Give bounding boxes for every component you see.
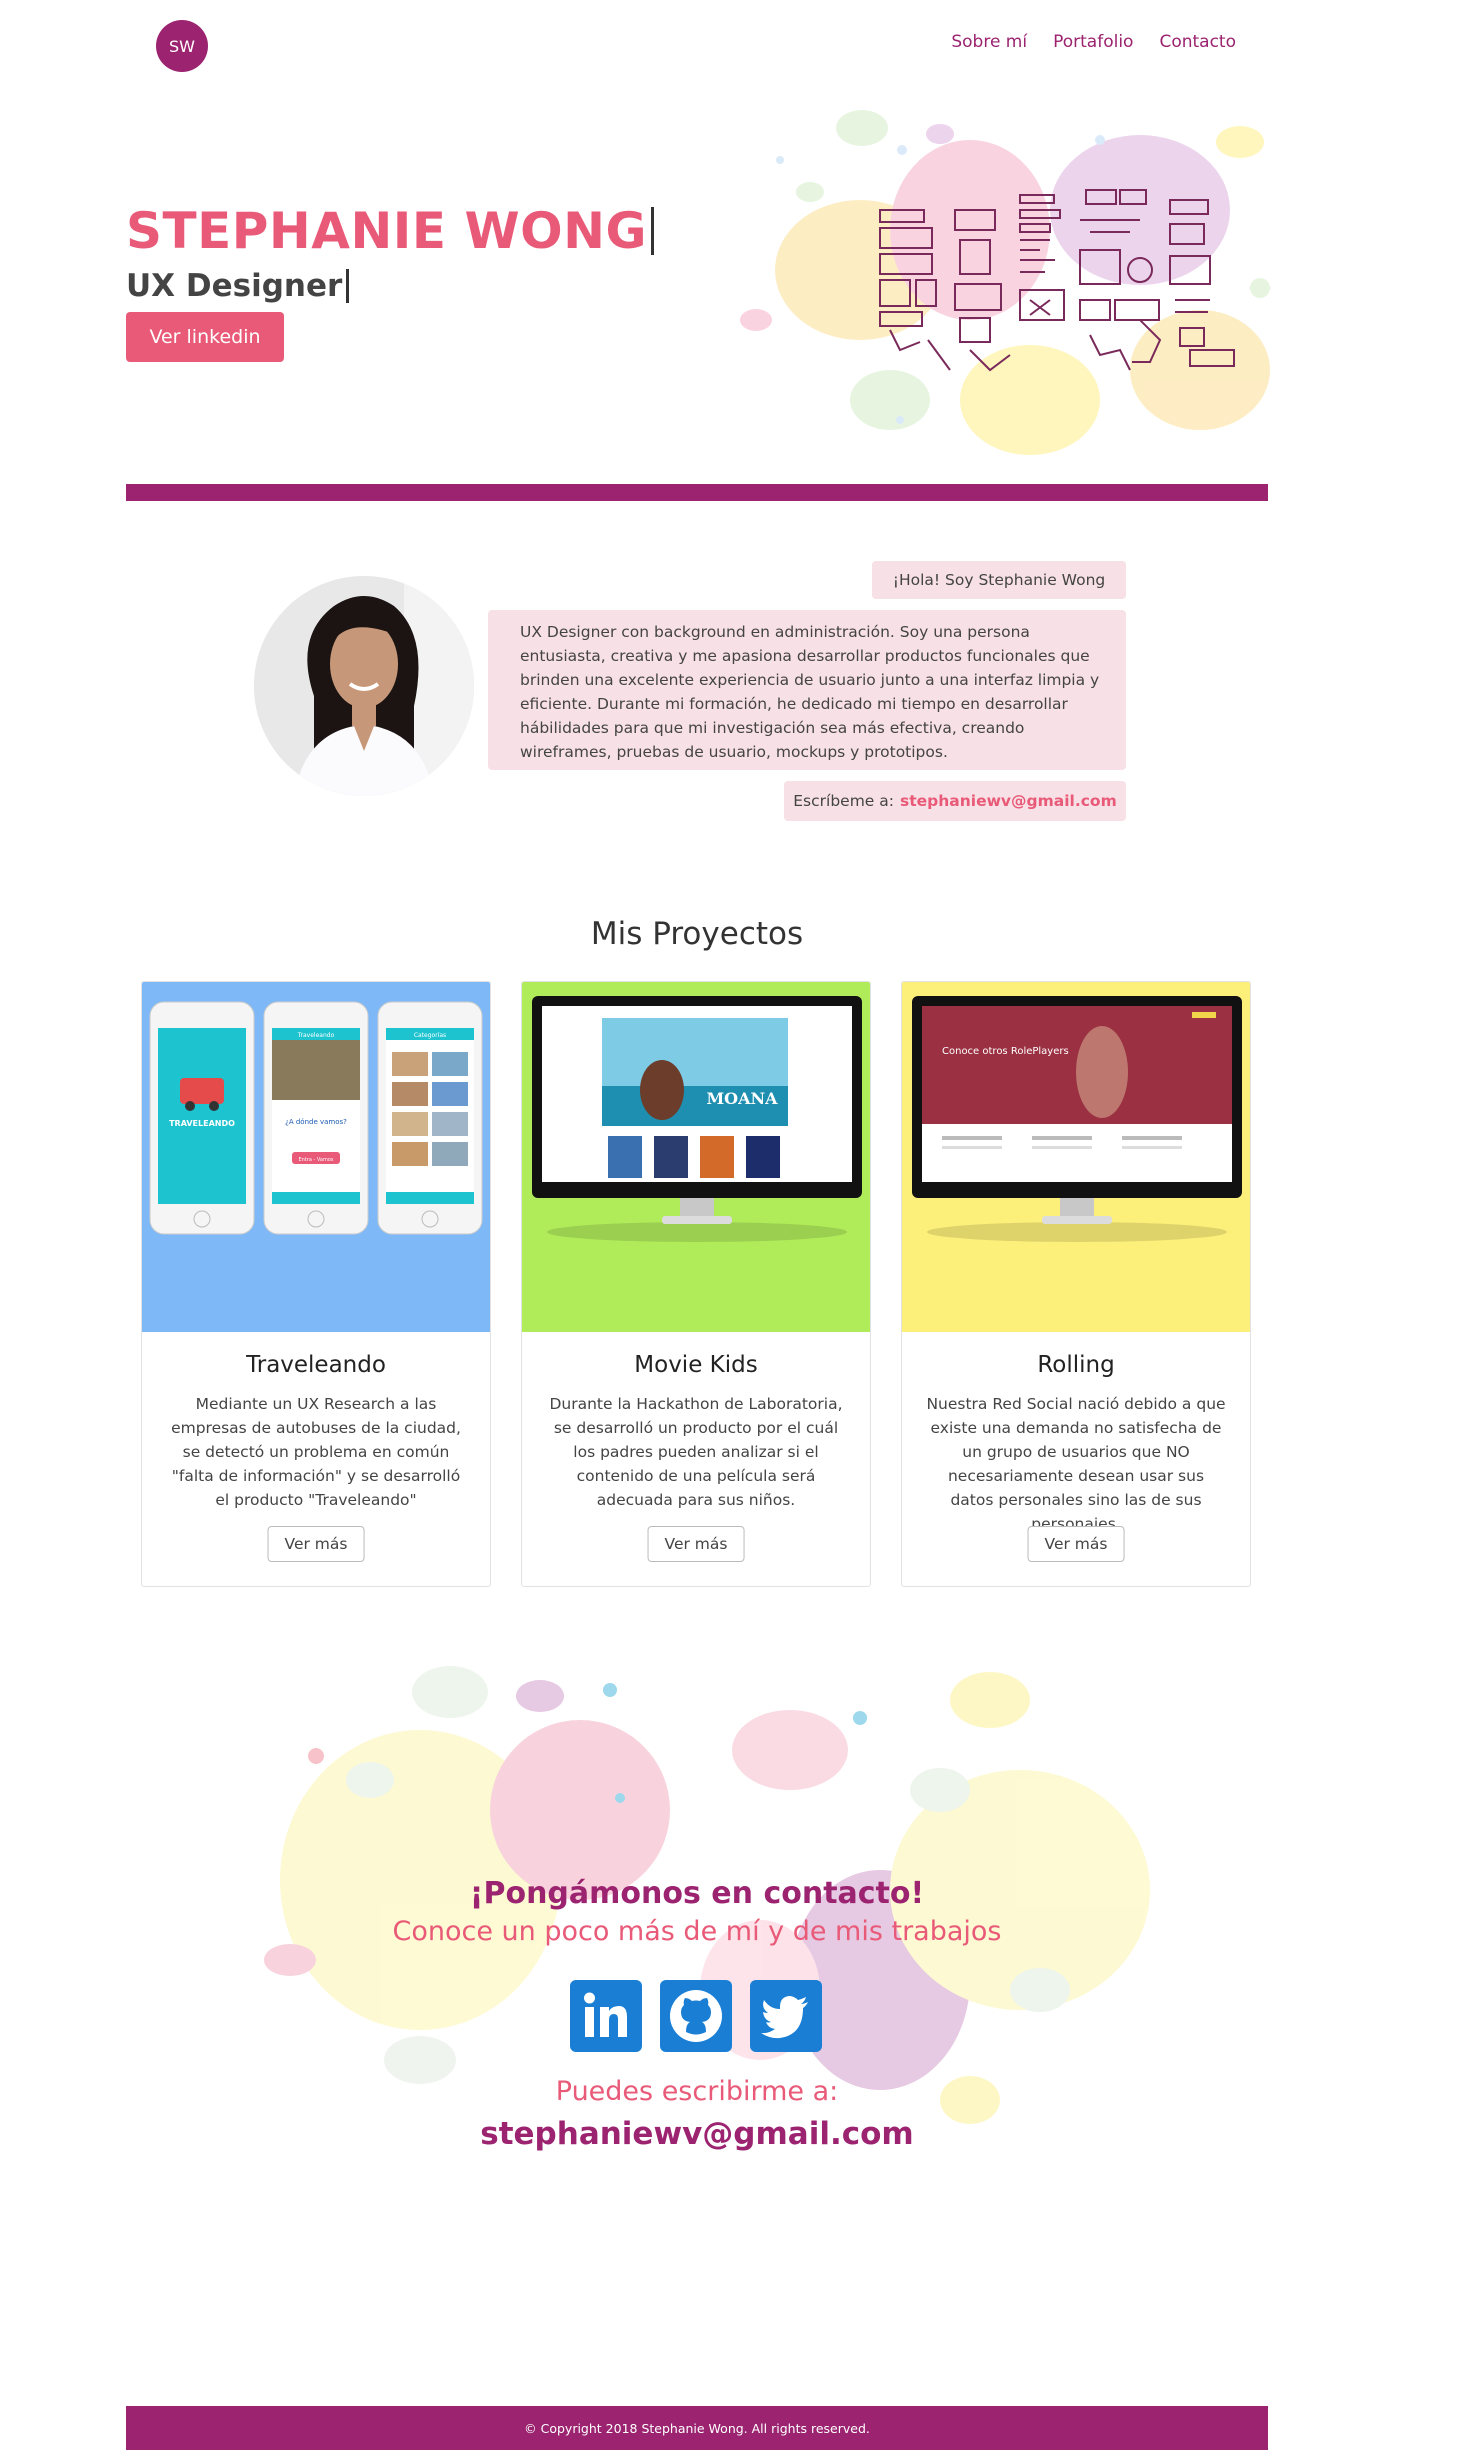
project-description: Durante la Hackathon de Laboratoria, se … (549, 1395, 843, 1509)
social-links (570, 1980, 822, 2052)
email-bubble: Escríbeme a: stephaniewv@gmail.com (784, 781, 1126, 821)
typing-cursor (346, 269, 350, 303)
screen2-question: ¿A dónde vamos? (285, 1118, 347, 1126)
twitter-glyph (761, 1996, 808, 2039)
nav-link-about[interactable]: Sobre mí (951, 32, 1027, 52)
screen-label: MOANA (706, 1089, 778, 1108)
contact-subtitle: Conoce un poco más de mí y de mis trabaj… (392, 1916, 1002, 1947)
avatar (254, 576, 474, 796)
see-more-button[interactable]: Ver más (647, 1526, 745, 1562)
phone-mockups: TRAVELEANDO Traveleando ¿A dónde vamos? … (149, 1001, 483, 1235)
project-image-rolling[interactable]: Conoce otros RolePlayers (902, 982, 1250, 1332)
project-title: Movie Kids (634, 1352, 758, 1378)
hero-name: STEPHANIE WONG (126, 202, 655, 260)
nav-link-contact[interactable]: Contacto (1159, 32, 1236, 52)
contact-title: ¡Pongámonos en contacto! (469, 1876, 925, 1911)
screen1-label: TRAVELEANDO (169, 1119, 235, 1128)
project-image-movie-kids[interactable]: MOANA (522, 982, 870, 1332)
projects-title: Mis Proyectos (590, 916, 804, 952)
linkedin-icon[interactable] (570, 1980, 642, 2052)
project-description: Mediante un UX Research a las empresas d… (171, 1395, 461, 1509)
project-description: Nuestra Red Social nació debido a que ex… (926, 1395, 1226, 1533)
project-image-traveleando[interactable]: TRAVELEANDO Traveleando ¿A dónde vamos? … (142, 982, 490, 1332)
project-card-movie-kids: MOANA Movie Kids Durante la Hackathon de… (521, 981, 871, 1587)
ux-sketch-illustration (740, 110, 1270, 455)
contact-email[interactable]: stephaniewv@gmail.com (0, 2116, 1394, 2152)
github-glyph (670, 1990, 722, 2042)
monitor-mockup: Conoce otros RolePlayers (912, 996, 1242, 1242)
hero-role: UX Designer (126, 268, 350, 304)
email-label: Escríbeme a: (793, 792, 894, 810)
profile-photo (254, 576, 474, 796)
project-title: Rolling (1037, 1352, 1115, 1378)
screen-label: Conoce otros RolePlayers (942, 1046, 1069, 1057)
main-nav: Sobre mí Portafolio Contacto (951, 32, 1236, 52)
footer: © Copyright 2018 Stephanie Wong. All rig… (126, 2406, 1268, 2450)
linkedin-button[interactable]: Ver linkedin (126, 312, 284, 362)
see-more-button[interactable]: Ver más (267, 1526, 365, 1562)
greeting-bubble: ¡Hola! Soy Stephanie Wong (872, 561, 1126, 599)
bio-bubble: UX Designer con background en administra… (488, 610, 1126, 770)
hero-name-text: STEPHANIE WONG (126, 202, 648, 260)
nav-link-portfolio[interactable]: Portafolio (1053, 32, 1133, 52)
email-link[interactable]: stephaniewv@gmail.com (900, 792, 1117, 810)
github-icon[interactable] (660, 1980, 732, 2052)
project-title: Traveleando (246, 1352, 386, 1378)
project-card-traveleando: TRAVELEANDO Traveleando ¿A dónde vamos? … (141, 981, 491, 1587)
project-card-rolling: Conoce otros RolePlayers Rolling Nuestra… (901, 981, 1251, 1587)
monitor-mockup: MOANA (532, 996, 862, 1242)
twitter-icon[interactable] (750, 1980, 822, 2052)
typing-cursor (651, 207, 655, 255)
write-to-me-label: Puedes escribirme a: (555, 2076, 839, 2107)
screen3-title: Categorías (414, 1032, 446, 1039)
hero-role-text: UX Designer (126, 268, 343, 304)
screen2-button: Entra - Vamos (298, 1157, 333, 1163)
screen2-title: Traveleando (297, 1032, 335, 1039)
section-divider (126, 484, 1268, 501)
see-more-button[interactable]: Ver más (1027, 1526, 1125, 1562)
linkedin-glyph (584, 1992, 627, 2037)
logo[interactable]: SW (156, 20, 208, 72)
